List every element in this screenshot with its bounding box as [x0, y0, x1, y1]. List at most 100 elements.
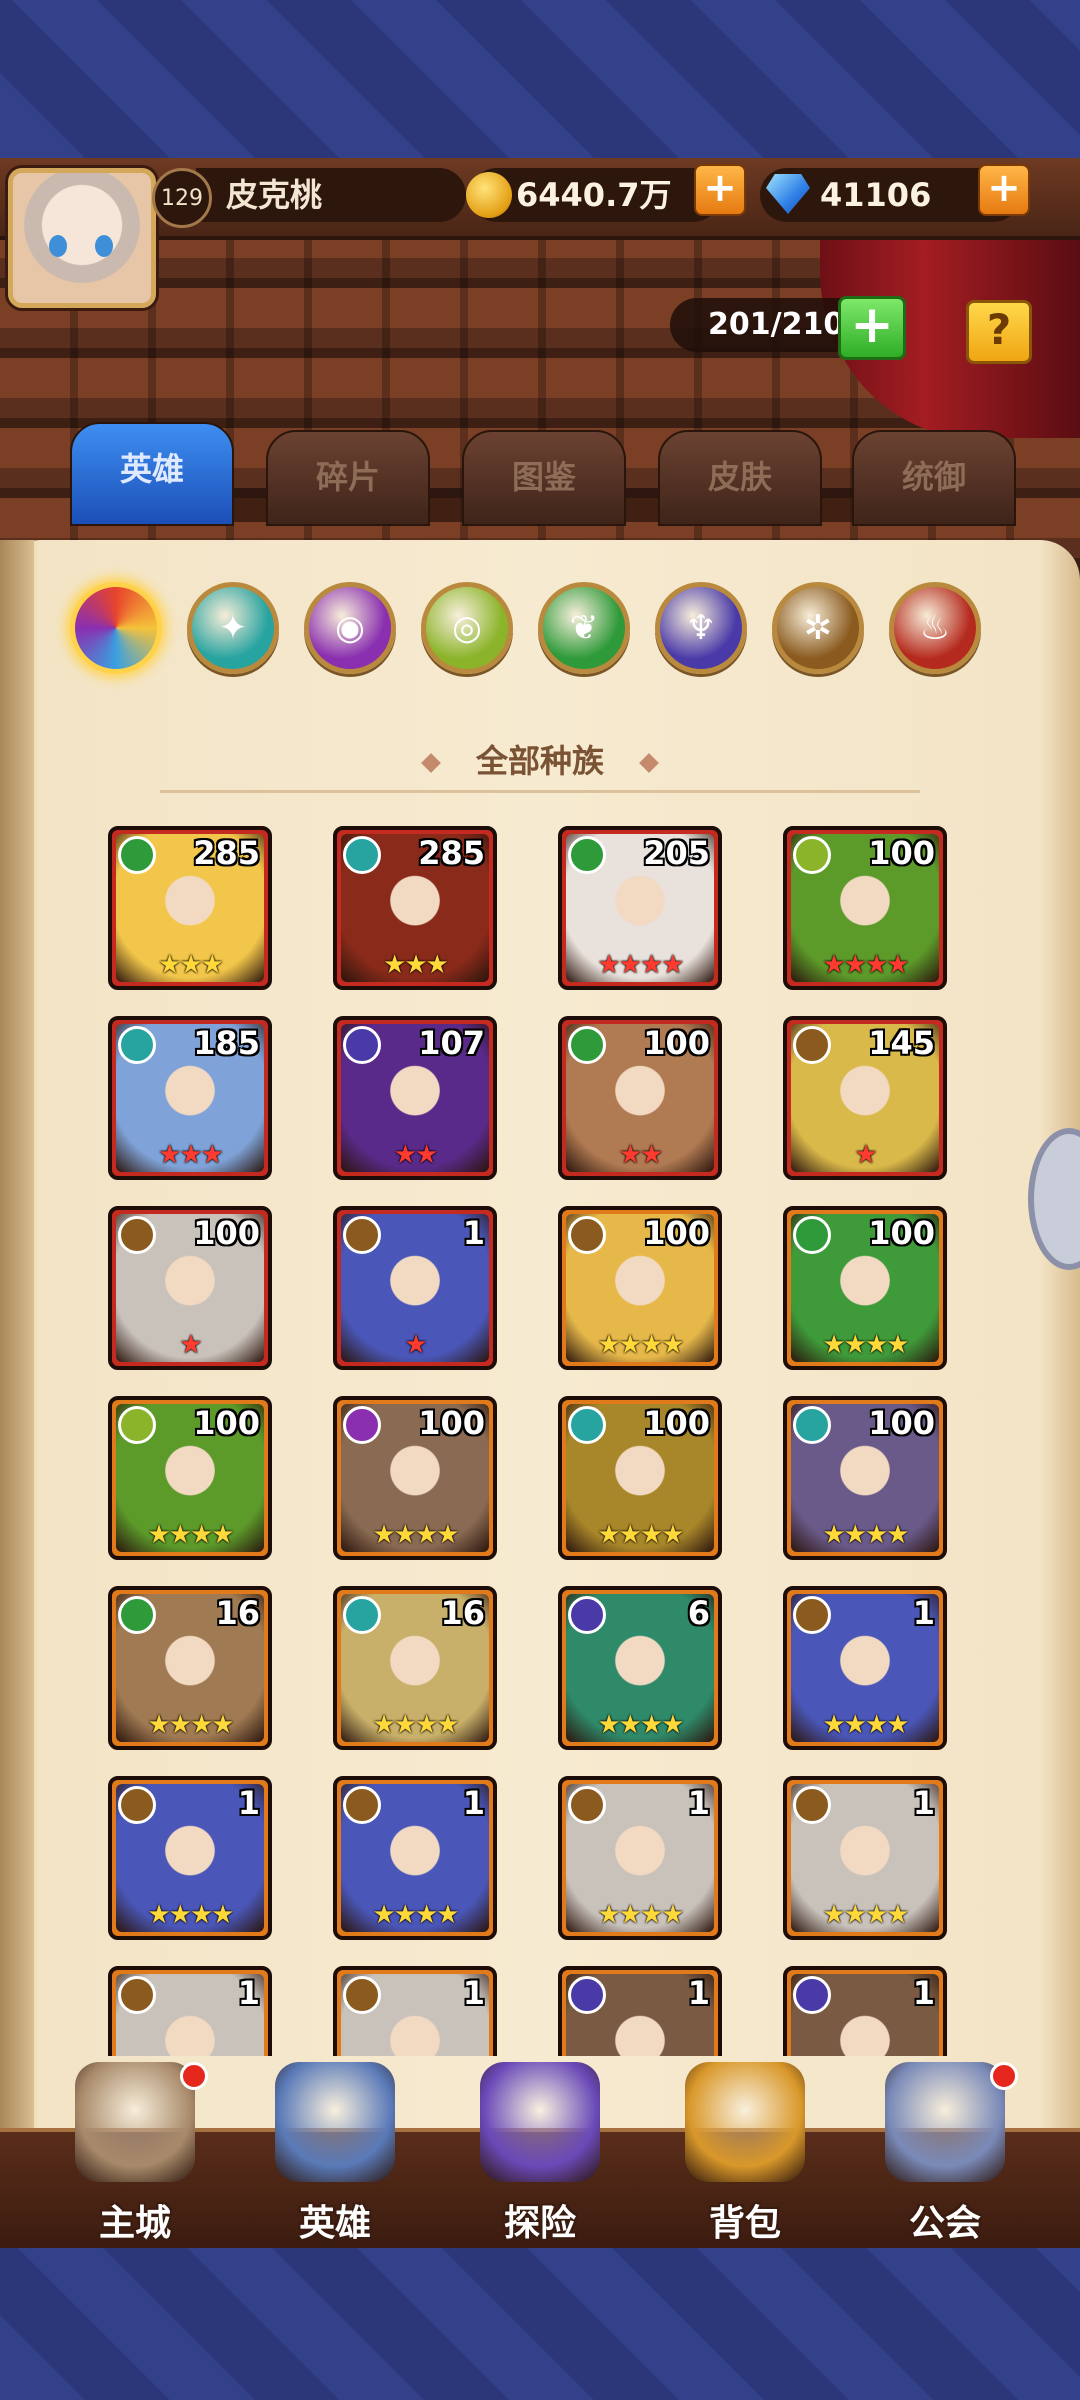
nature-eye-faction-icon — [118, 1406, 156, 1444]
hero-card[interactable]: 100 ★★★★ — [783, 1396, 947, 1560]
fire-faction-icon[interactable]: ♨ — [889, 582, 981, 674]
nav-label: 探险 — [503, 2203, 576, 2244]
hero-level: 285 — [418, 834, 485, 872]
wing-faction-icon[interactable]: ✦ — [187, 582, 279, 674]
nav-portal[interactable]: 探险 — [455, 2062, 625, 2248]
hero-card[interactable]: 145 ★ — [783, 1016, 947, 1180]
light-faction-icon — [118, 1216, 156, 1254]
hero-star-rating: ★★★★ — [822, 1900, 909, 1930]
tab-heroes[interactable]: 英雄 — [70, 422, 234, 526]
hero-star-rating: ★★★ — [158, 1140, 224, 1170]
hero-card[interactable]: 1 ★★★★ — [783, 1586, 947, 1750]
hero-level: 1 — [687, 1974, 710, 2012]
light-faction-icon[interactable]: ✲ — [772, 582, 864, 674]
hero-card[interactable]: 1 — [108, 1966, 272, 2056]
hero-level: 205 — [643, 834, 710, 872]
demon-faction-icon[interactable]: ♆ — [655, 582, 747, 674]
wing-faction-icon — [343, 836, 381, 874]
hero-card[interactable]: 100 ★★★★ — [333, 1396, 497, 1560]
hero-card[interactable]: 100 ★ — [108, 1206, 272, 1370]
hero-card[interactable]: 1 — [783, 1966, 947, 2056]
hero-level: 16 — [440, 1594, 485, 1632]
leaf-faction-icon — [793, 1216, 831, 1254]
hero-level: 100 — [418, 1404, 485, 1442]
hero-star-rating: ★★★★ — [822, 1520, 909, 1550]
nav-label: 背包 — [708, 2203, 781, 2244]
hero-card[interactable]: 6 ★★★★ — [558, 1586, 722, 1750]
hero-card[interactable]: 1 ★★★★ — [108, 1776, 272, 1940]
leaf-faction-icon[interactable]: ❦ — [538, 582, 630, 674]
book-spine — [0, 540, 34, 2248]
hero-card[interactable]: 16 ★★★★ — [333, 1586, 497, 1750]
light-faction-icon — [343, 1216, 381, 1254]
shadow-faction-icon[interactable]: ◉ — [304, 582, 396, 674]
nav-hero-portrait[interactable]: 英雄 — [250, 2062, 420, 2248]
hero-level: 100 — [868, 1404, 935, 1442]
light-faction-icon — [118, 1976, 156, 2014]
hero-star-rating: ★★★ — [383, 950, 449, 980]
tab-codex[interactable]: 图鉴 — [462, 430, 626, 526]
diamond-ornament-icon — [421, 753, 441, 773]
hero-star-rating: ★★ — [618, 1140, 664, 1170]
tab-command[interactable]: 统御 — [852, 430, 1016, 526]
light-faction-icon — [793, 1026, 831, 1064]
nav-castle[interactable]: 主城 — [50, 2062, 220, 2248]
hero-portrait-icon — [275, 2062, 395, 2182]
hero-star-rating: ★ — [179, 1330, 202, 1360]
demon-faction-icon — [793, 1976, 831, 2014]
hero-level: 100 — [193, 1404, 260, 1442]
light-faction-icon — [343, 1976, 381, 2014]
hero-card[interactable]: 100 ★★★★ — [108, 1396, 272, 1560]
hero-star-rating: ★★★ — [158, 950, 224, 980]
hero-card[interactable]: 1 — [558, 1966, 722, 2056]
hero-card[interactable]: 100 ★★★★ — [558, 1206, 722, 1370]
nav-guild-tower[interactable]: 公会 — [860, 2062, 1030, 2248]
filter-title-text: 全部种族 — [475, 742, 604, 780]
hero-star-rating: ★★★★ — [597, 1900, 684, 1930]
add-gems-button[interactable]: + — [978, 164, 1030, 216]
hero-card[interactable]: 107 ★★ — [333, 1016, 497, 1180]
hero-card[interactable]: 100 ★★★★ — [783, 1206, 947, 1370]
hero-star-rating: ★★★★ — [372, 1900, 459, 1930]
hero-star-rating: ★★★★ — [822, 1710, 909, 1740]
wing-faction-icon — [118, 1026, 156, 1064]
add-gold-button[interactable]: + — [694, 164, 746, 216]
hero-card[interactable]: 205 ★★★★ — [558, 826, 722, 990]
hero-level: 1 — [912, 1784, 935, 1822]
shadow-faction-icon — [343, 1406, 381, 1444]
hero-star-rating: ★★★★ — [372, 1520, 459, 1550]
all-factions-icon[interactable] — [70, 582, 162, 674]
avatar-eye — [95, 235, 113, 257]
wing-faction-icon — [568, 1406, 606, 1444]
tab-fragments[interactable]: 碎片 — [266, 430, 430, 526]
hero-card[interactable]: 1 — [333, 1966, 497, 2056]
light-faction-icon — [793, 1786, 831, 1824]
hero-star-rating: ★★ — [393, 1140, 439, 1170]
expand-capacity-button[interactable]: + — [838, 296, 906, 360]
leaf-faction-icon — [568, 836, 606, 874]
hero-card[interactable]: 16 ★★★★ — [108, 1586, 272, 1750]
help-button[interactable]: ? — [966, 300, 1032, 364]
hero-card[interactable]: 100 ★★★★ — [558, 1396, 722, 1560]
hero-level: 1 — [237, 1974, 260, 2012]
hero-card[interactable]: 1 ★★★★ — [333, 1776, 497, 1940]
hero-card[interactable]: 1 ★★★★ — [783, 1776, 947, 1940]
nav-label: 公会 — [908, 2203, 981, 2244]
nav-backpack[interactable]: 背包 — [660, 2062, 830, 2248]
hero-card[interactable]: 285 ★★★ — [333, 826, 497, 990]
hero-card[interactable]: 100 ★★★★ — [783, 826, 947, 990]
hero-card[interactable]: 285 ★★★ — [108, 826, 272, 990]
hero-card[interactable]: 185 ★★★ — [108, 1016, 272, 1180]
portal-icon — [480, 2062, 600, 2182]
hero-star-rating: ★★★★ — [372, 1710, 459, 1740]
hero-star-rating: ★ — [404, 1330, 427, 1360]
hero-card[interactable]: 100 ★★ — [558, 1016, 722, 1180]
player-avatar[interactable] — [8, 168, 156, 308]
hero-level: 145 — [868, 1024, 935, 1062]
nature-eye-faction-icon[interactable]: ◎ — [421, 582, 513, 674]
hero-card[interactable]: 1 ★★★★ — [558, 1776, 722, 1940]
hero-level: 6 — [687, 1594, 710, 1632]
game-screen: 皮克桃 129 6440.7万 + 41106 + 201/210 + ? 英雄… — [0, 158, 1080, 2248]
tab-skins[interactable]: 皮肤 — [658, 430, 822, 526]
hero-card[interactable]: 1 ★ — [333, 1206, 497, 1370]
